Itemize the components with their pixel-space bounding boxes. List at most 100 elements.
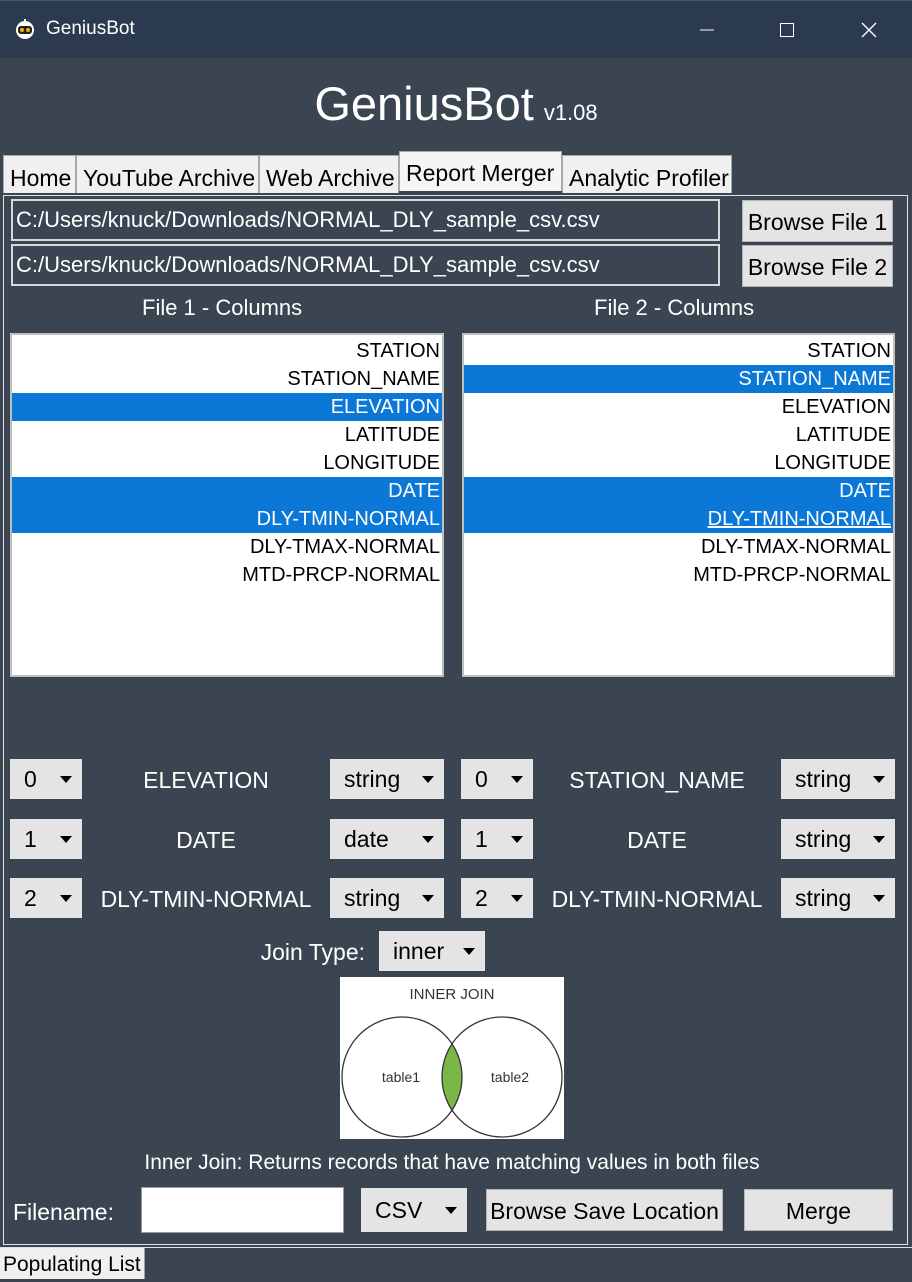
file2-columns-header: File 2 - Columns [594,295,755,320]
merge-button[interactable]: Merge [744,1189,893,1231]
status-bar: Populating List [0,1247,912,1279]
list-item[interactable]: DLY-TMIN-NORMAL [464,505,893,533]
list-item[interactable]: ELEVATION [464,393,893,421]
file2-path-field[interactable]: C:/Users/knuck/Downloads/NORMAL_DLY_samp… [11,244,720,286]
chevron-down-icon [60,776,72,783]
file1-mapped-column: DLY-TMIN-NORMAL [100,886,312,912]
dropdown-value: string [795,885,852,911]
file1-columns-list[interactable]: STATION STATION_NAME ELEVATION LATITUDE … [10,333,444,677]
list-item[interactable]: STATION_NAME [12,365,442,393]
chevron-down-icon [873,836,885,843]
minimize-icon [700,29,714,30]
tab-home[interactable]: Home [3,155,76,193]
list-item[interactable]: LATITUDE [464,421,893,449]
window-titlebar: GeniusBot [0,0,912,58]
list-item[interactable]: DLY-TMIN-NORMAL [12,505,442,533]
list-item[interactable]: LONGITUDE [12,449,442,477]
file1-type-dropdown[interactable]: string [330,759,444,799]
file1-mapped-column: DATE [176,827,236,853]
file2-mapped-column: DLY-TMIN-NORMAL [551,886,763,912]
status-text: Populating List [0,1248,145,1279]
browse-file2-button[interactable]: Browse File 2 [742,245,893,287]
file1-columns-header: File 1 - Columns [142,295,303,320]
tab-web-archive[interactable]: Web Archive [259,155,399,193]
file2-order-dropdown[interactable]: 2 [461,878,533,918]
dropdown-value: inner [393,938,445,964]
chevron-down-icon [463,948,475,955]
chevron-down-icon [511,776,523,783]
window-title: GeniusBot [46,18,135,39]
dropdown-value: string [344,766,401,792]
dropdown-value: 2 [24,885,37,911]
file2-order-dropdown[interactable]: 0 [461,759,533,799]
dropdown-value: string [344,885,401,911]
file1-mapped-column: ELEVATION [143,767,269,793]
chevron-down-icon [873,895,885,902]
file1-type-dropdown[interactable]: date [330,819,444,859]
diagram-title: INNER JOIN [409,986,494,1003]
chevron-down-icon [60,895,72,902]
tab-analytic-profiler[interactable]: Analytic Profiler [562,155,732,193]
file1-order-dropdown[interactable]: 0 [10,759,82,799]
app-version: v1.08 [543,100,598,125]
chevron-down-icon [511,836,523,843]
join-description: Inner Join: Returns records that have ma… [144,1151,760,1174]
browse-file1-button[interactable]: Browse File 1 [742,200,893,242]
chevron-down-icon [422,895,434,902]
dropdown-value: 1 [475,826,488,852]
chevron-down-icon [422,776,434,783]
list-item[interactable]: STATION [464,337,893,365]
join-type-dropdown[interactable]: inner [379,931,485,971]
left-table-label: table1 [382,1069,420,1085]
maximize-button[interactable] [754,1,820,58]
list-item[interactable]: DATE [464,477,893,505]
dropdown-value: string [795,766,852,792]
file1-order-dropdown[interactable]: 1 [10,819,82,859]
list-item[interactable]: DLY-TMAX-NORMAL [464,533,893,561]
dropdown-value: 0 [475,766,488,792]
join-type-label: Join Type: [260,939,365,965]
list-item[interactable]: STATION_NAME [464,365,893,393]
dropdown-value: 2 [475,885,488,911]
robot-logo-icon [16,19,34,39]
tab-report-merger[interactable]: Report Merger [399,151,562,191]
close-button[interactable] [836,1,902,58]
dropdown-value: date [344,826,389,852]
file2-type-dropdown[interactable]: string [781,759,895,799]
filename-label: Filename: [13,1199,114,1225]
list-item[interactable]: DLY-TMAX-NORMAL [12,533,442,561]
list-item[interactable]: MTD-PRCP-NORMAL [12,561,442,589]
venn-diagram-icon: INNER JOIN table1 table2 [341,986,563,1138]
list-item[interactable]: LATITUDE [12,421,442,449]
output-format-dropdown[interactable]: CSV [361,1188,467,1232]
maximize-icon [780,22,794,37]
list-item[interactable]: DATE [12,477,442,505]
file2-columns-list[interactable]: STATION STATION_NAME ELEVATION LATITUDE … [462,333,895,677]
dropdown-value: string [795,826,852,852]
tab-youtube-archive[interactable]: YouTube Archive [76,155,259,193]
dropdown-value: CSV [375,1197,423,1223]
file2-type-dropdown[interactable]: string [781,819,895,859]
minimize-button[interactable] [674,1,740,58]
chevron-down-icon [422,836,434,843]
dropdown-value: 1 [24,826,37,852]
dropdown-value: 0 [24,766,37,792]
file1-order-dropdown[interactable]: 2 [10,878,82,918]
app-title: GeniusBot [314,77,534,130]
filename-input[interactable] [141,1187,344,1233]
file2-order-dropdown[interactable]: 1 [461,819,533,859]
list-item[interactable]: MTD-PRCP-NORMAL [464,561,893,589]
right-table-label: table2 [491,1069,529,1085]
list-item[interactable]: ELEVATION [12,393,442,421]
file2-type-dropdown[interactable]: string [781,878,895,918]
chevron-down-icon [873,776,885,783]
inner-join-diagram: INNER JOIN table1 table2 [340,977,564,1139]
browse-save-location-button[interactable]: Browse Save Location [486,1189,723,1231]
file2-mapped-column: STATION_NAME [569,767,745,793]
file1-path-field[interactable]: C:/Users/knuck/Downloads/NORMAL_DLY_samp… [11,199,720,241]
file2-mapped-column: DATE [627,827,687,853]
list-item[interactable]: STATION [12,337,442,365]
list-item[interactable]: LONGITUDE [464,449,893,477]
chevron-down-icon [60,836,72,843]
file1-type-dropdown[interactable]: string [330,878,444,918]
